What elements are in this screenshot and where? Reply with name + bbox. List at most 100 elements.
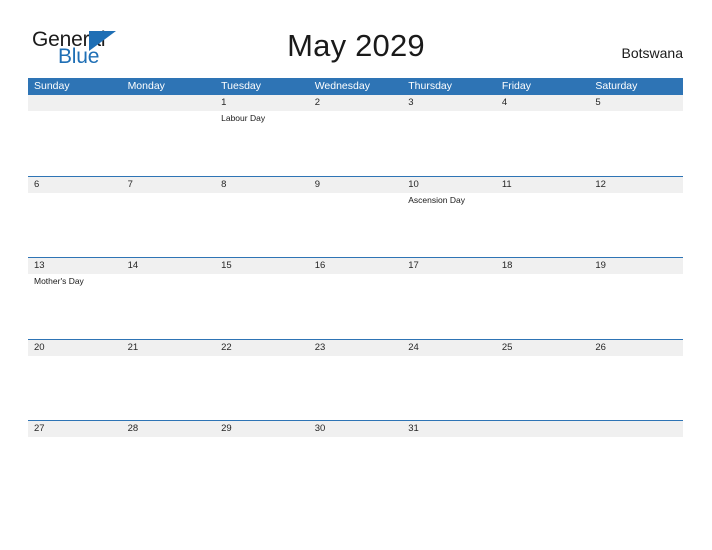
weekday-header-friday: Friday	[501, 80, 531, 92]
event-label: Mother's Day	[34, 276, 84, 286]
weekday-header-saturday: Saturday	[595, 80, 638, 92]
weekday-header-monday: Monday	[127, 80, 165, 92]
day-events	[122, 356, 216, 419]
day-events	[496, 274, 590, 337]
day-number[interactable]	[496, 421, 590, 437]
day-number[interactable]: 24	[402, 340, 496, 356]
day-number[interactable]: 23	[309, 340, 403, 356]
calendar-week-row: 27 28 29 30 31	[28, 420, 683, 502]
day-number[interactable]: 8	[215, 177, 309, 193]
day-number[interactable]: 25	[496, 340, 590, 356]
day-number[interactable]: 6	[28, 177, 122, 193]
week-event-strip: Ascension Day	[28, 192, 683, 256]
day-events	[589, 274, 683, 337]
day-number[interactable]: 5	[589, 95, 683, 111]
day-events	[215, 356, 309, 419]
day-number[interactable]	[589, 421, 683, 437]
day-events	[496, 111, 590, 174]
day-number[interactable]: 31	[402, 421, 496, 437]
day-number[interactable]: 22	[215, 340, 309, 356]
day-number[interactable]: 11	[496, 177, 590, 193]
calendar-week-row: 6 7 8 9 10 11 12 Ascension Day	[28, 175, 683, 258]
day-events	[589, 356, 683, 419]
day-number[interactable]: 15	[215, 258, 309, 274]
week-event-strip	[28, 355, 683, 419]
calendar-weekday-header: Sunday Monday Tuesday Wednesday Thursday…	[28, 78, 683, 95]
day-number[interactable]: 10	[402, 177, 496, 193]
day-events	[215, 437, 309, 500]
event-label: Labour Day	[221, 113, 266, 123]
day-events	[309, 193, 403, 256]
day-events	[309, 274, 403, 337]
week-event-strip: Mother's Day	[28, 274, 683, 337]
day-events	[28, 193, 122, 256]
day-number[interactable]: 29	[215, 421, 309, 437]
calendar-week-row: 1 2 3 4 5 Labour Day	[28, 95, 683, 176]
day-events	[215, 274, 309, 337]
week-date-strip: 1 2 3 4 5	[28, 95, 683, 111]
weekday-header-wednesday: Wednesday	[314, 80, 370, 92]
day-events	[309, 356, 403, 419]
day-number[interactable]: 1	[215, 95, 309, 111]
day-events	[589, 111, 683, 174]
week-date-strip: 20 21 22 23 24 25 26	[28, 339, 683, 356]
week-date-strip: 6 7 8 9 10 11 12	[28, 176, 683, 193]
day-number[interactable]: 18	[496, 258, 590, 274]
day-events	[122, 274, 216, 337]
day-events	[589, 193, 683, 256]
day-events	[496, 356, 590, 419]
day-number[interactable]: 7	[122, 177, 216, 193]
day-events	[496, 193, 590, 256]
day-events	[28, 356, 122, 419]
calendar-grid: Sunday Monday Tuesday Wednesday Thursday…	[28, 78, 683, 502]
day-events	[402, 111, 496, 174]
calendar-week-row: 13 14 15 16 17 18 19 Mother's Day	[28, 257, 683, 339]
day-events: Labour Day	[215, 111, 309, 174]
day-events: Mother's Day	[28, 274, 122, 337]
day-number[interactable]: 26	[589, 340, 683, 356]
day-number[interactable]: 17	[402, 258, 496, 274]
day-events	[122, 437, 216, 500]
day-number[interactable]: 27	[28, 421, 122, 437]
day-number[interactable]: 13	[28, 258, 122, 274]
day-events: Ascension Day	[402, 193, 496, 256]
day-number[interactable]: 14	[122, 258, 216, 274]
day-number[interactable]: 19	[589, 258, 683, 274]
day-events	[28, 111, 122, 174]
day-events	[402, 356, 496, 419]
day-number[interactable]: 2	[309, 95, 403, 111]
calendar-week-row: 20 21 22 23 24 25 26	[28, 338, 683, 421]
day-number[interactable]: 30	[309, 421, 403, 437]
day-events	[215, 193, 309, 256]
day-events	[122, 193, 216, 256]
weekday-header-sunday: Sunday	[34, 80, 70, 92]
day-events	[402, 437, 496, 500]
week-date-strip: 13 14 15 16 17 18 19	[28, 258, 683, 274]
day-number[interactable]: 3	[402, 95, 496, 111]
weekday-header-tuesday: Tuesday	[221, 80, 262, 92]
day-number[interactable]	[122, 95, 216, 111]
page-header: General Blue May 2029 Botswana	[0, 0, 712, 78]
day-events	[122, 111, 216, 174]
weekday-header-thursday: Thursday	[408, 80, 453, 92]
day-events	[589, 437, 683, 500]
day-number[interactable]	[28, 95, 122, 111]
day-events	[309, 437, 403, 500]
day-events	[402, 274, 496, 337]
day-number[interactable]: 21	[122, 340, 216, 356]
country-label: Botswana	[621, 45, 683, 61]
event-label: Ascension Day	[408, 194, 465, 205]
day-events	[309, 111, 403, 174]
day-number[interactable]: 20	[28, 340, 122, 356]
week-event-strip: Labour Day	[28, 111, 683, 174]
day-number[interactable]: 4	[496, 95, 590, 111]
page-title: May 2029	[287, 28, 425, 63]
week-event-strip	[28, 437, 683, 500]
day-number[interactable]: 12	[589, 177, 683, 193]
day-events	[28, 437, 122, 500]
day-number[interactable]: 16	[309, 258, 403, 274]
day-number[interactable]: 9	[309, 177, 403, 193]
day-events	[496, 437, 590, 500]
week-date-strip: 27 28 29 30 31	[28, 421, 683, 437]
day-number[interactable]: 28	[122, 421, 216, 437]
